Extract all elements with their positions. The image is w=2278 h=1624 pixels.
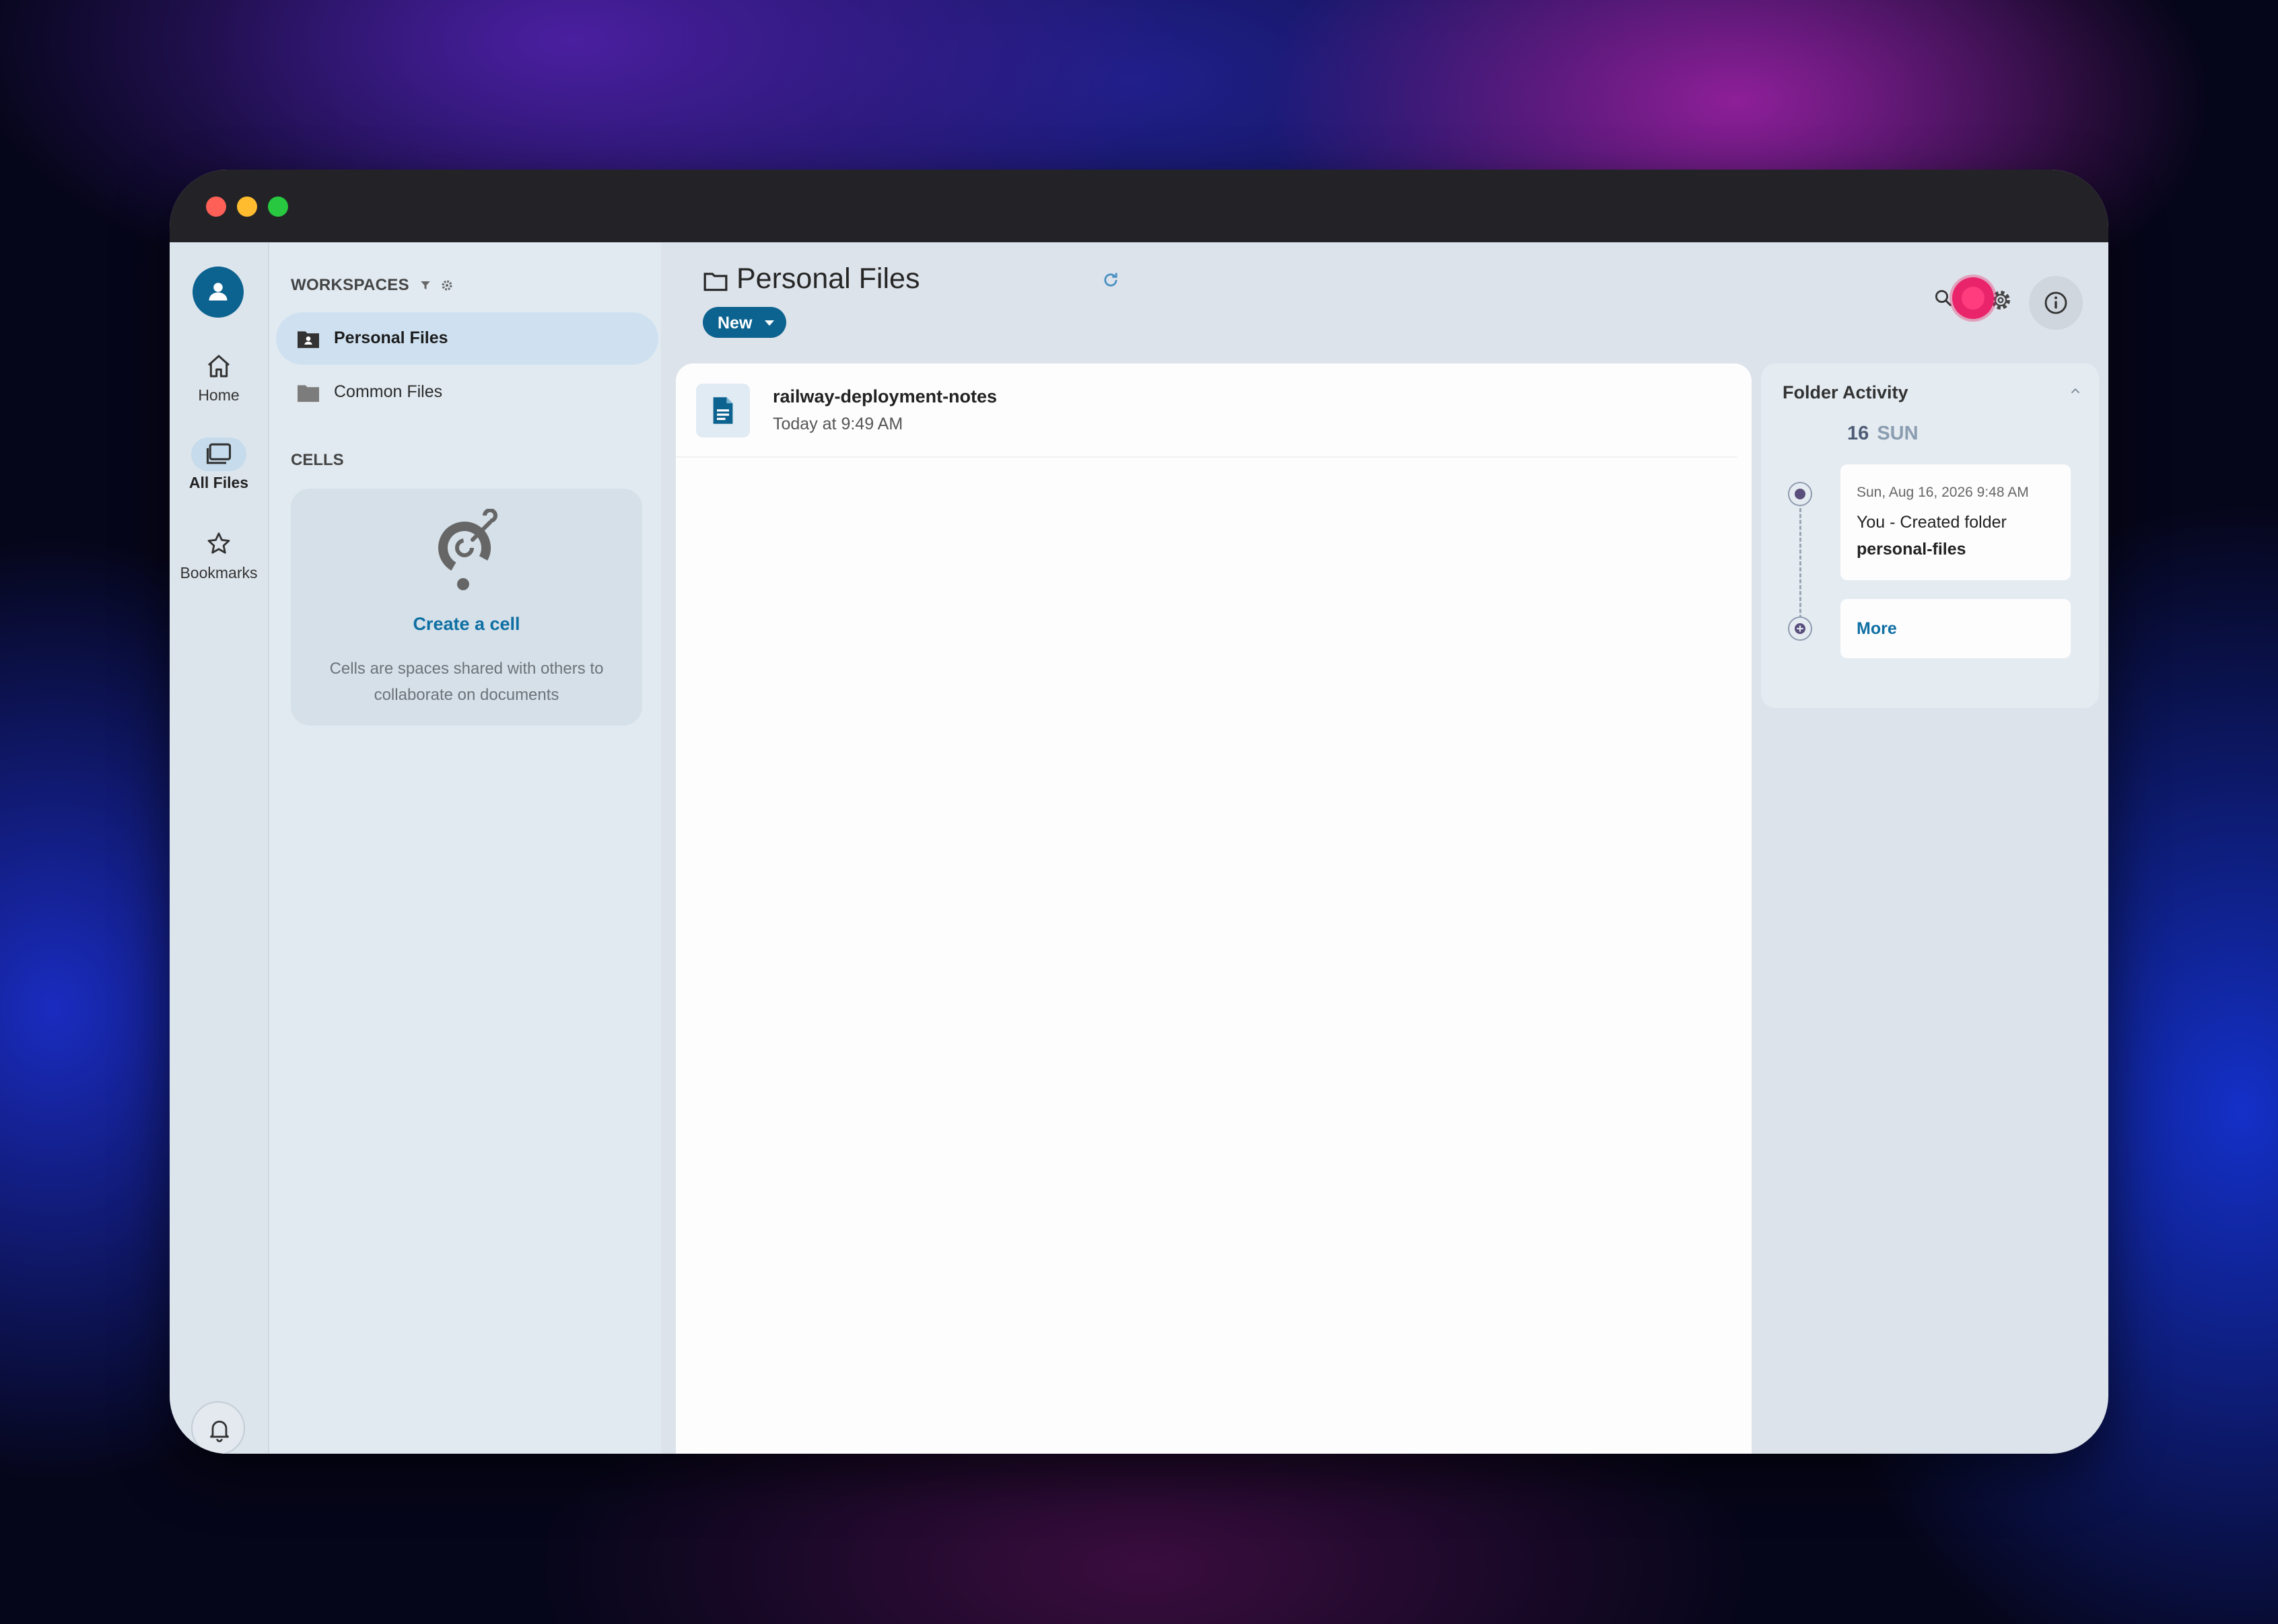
file-modified-date: Today at 9:49 AM (773, 415, 903, 433)
star-icon (207, 532, 230, 554)
nav-all-files-label: All Files (188, 474, 249, 491)
workspace-personal-files[interactable]: Personal Files (276, 312, 658, 365)
user-avatar[interactable] (193, 267, 244, 318)
cells-heading: CELLS (291, 451, 344, 469)
timeline-node (1788, 482, 1812, 506)
nav-home[interactable]: Home (170, 353, 268, 404)
user-icon (209, 283, 228, 301)
file-name: railway-deployment-notes (773, 386, 998, 407)
close-window-button[interactable] (206, 197, 226, 217)
workspaces-panel: WORKSPACES Personal Files Common Files C… (269, 242, 661, 1454)
minimize-window-button[interactable] (237, 197, 257, 217)
chevron-down-icon (765, 320, 774, 326)
notifications-button[interactable] (191, 1401, 245, 1454)
file-list: railway-deployment-notes Today at 9:49 A… (676, 363, 1752, 1454)
folder-activity-title: Folder Activity (1783, 382, 1908, 402)
activity-entry-card[interactable]: Sun, Aug 16, 2026 9:48 AM You - Created … (1840, 464, 2071, 580)
workspaces-heading-text: WORKSPACES (291, 276, 409, 294)
folder-outline-icon (703, 273, 728, 291)
new-button-label: New (718, 314, 753, 332)
home-icon (208, 355, 230, 378)
workspace-common-files[interactable]: Common Files (276, 366, 658, 419)
activity-day-number: 16 (1847, 423, 1869, 444)
file-thumbnail (696, 384, 750, 437)
filter-icon[interactable] (419, 279, 432, 291)
chevron-up-icon[interactable] (2068, 384, 2083, 398)
more-dots-icon (1795, 623, 1805, 634)
new-button[interactable]: New (703, 307, 786, 338)
nav-bookmarks[interactable]: Bookmarks (170, 530, 268, 582)
search-icon[interactable] (1933, 288, 1954, 308)
activity-entry-target: personal-files (1857, 540, 1966, 559)
folders-icon (206, 443, 232, 464)
info-icon (2044, 291, 2067, 314)
refresh-icon[interactable] (1101, 271, 1120, 289)
timeline-more-node (1788, 616, 1812, 641)
activity-more-label: More (1857, 619, 1897, 638)
recording-indicator[interactable] (1952, 277, 1994, 319)
activity-entry-date: Sun, Aug 16, 2026 9:48 AM (1857, 485, 2029, 500)
nav-home-label: Home (198, 386, 240, 404)
document-icon (713, 397, 733, 424)
folder-icon (298, 385, 319, 402)
nav-rail: Home All Files Bookmarks (170, 242, 269, 1454)
title-bar (170, 170, 2108, 242)
cells-description: Cells are spaces shared with others to c… (329, 660, 604, 704)
app-window: Home All Files Bookmarks WORKSPACES Pers… (170, 170, 2108, 1454)
create-cell-card[interactable]: Create a cell Cells are spaces shared wi… (291, 489, 642, 726)
nav-bookmarks-label: Bookmarks (180, 564, 258, 581)
activity-entry-text: You - Created folder (1857, 513, 2007, 532)
personal-folder-icon (298, 331, 319, 349)
activity-day-name: SUN (1877, 423, 1919, 444)
cells-logo-icon (438, 509, 497, 590)
workspace-settings-icon[interactable] (440, 279, 454, 292)
activity-day-label: 16 SUN (1847, 423, 1919, 445)
nav-all-files[interactable]: All Files (170, 437, 268, 492)
page-title: Personal Files (736, 262, 920, 295)
maximize-window-button[interactable] (268, 197, 288, 217)
folder-activity-panel: Folder Activity 16 SUN Sun, Aug 16, 2026… (1761, 363, 2099, 708)
workspace-common-files-label: Common Files (334, 382, 443, 401)
workspaces-heading: WORKSPACES (291, 276, 454, 295)
info-button[interactable] (2029, 276, 2083, 330)
bell-icon (210, 1420, 229, 1442)
activity-more-button[interactable]: More (1840, 599, 2071, 658)
create-cell-link[interactable]: Create a cell (291, 614, 642, 635)
workspace-personal-files-label: Personal Files (334, 328, 448, 347)
file-row[interactable]: railway-deployment-notes Today at 9:49 A… (676, 363, 1737, 458)
